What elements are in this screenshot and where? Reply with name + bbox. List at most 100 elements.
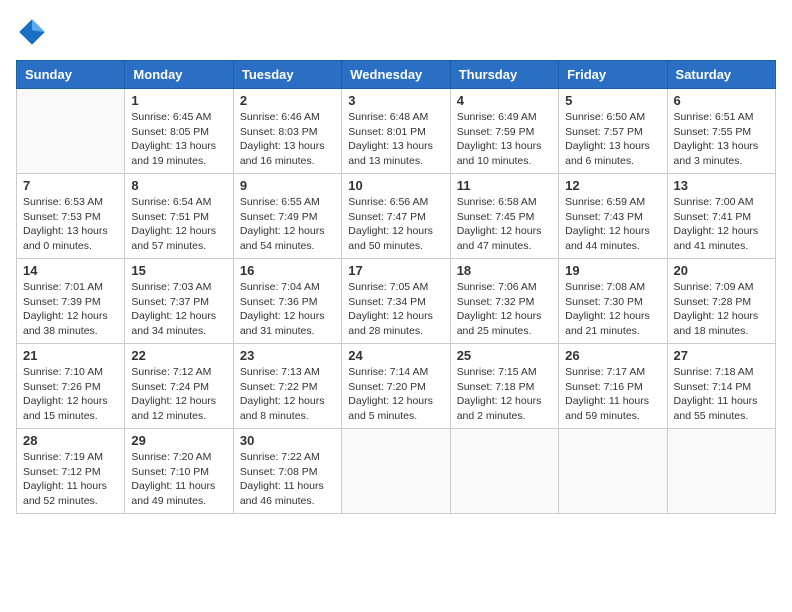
day-info: Sunrise: 7:17 AM Sunset: 7:16 PM Dayligh… [565, 365, 660, 424]
weekday-header: Monday [125, 61, 233, 89]
weekday-header: Thursday [450, 61, 558, 89]
week-row: 28 Sunrise: 7:19 AM Sunset: 7:12 PM Dayli… [17, 429, 776, 514]
day-number: 25 [457, 348, 552, 363]
day-number: 22 [131, 348, 226, 363]
day-cell: 29 Sunrise: 7:20 AM Sunset: 7:10 PM Dayli… [125, 429, 233, 514]
logo-icon [16, 16, 48, 48]
page-header [16, 16, 776, 48]
day-number: 3 [348, 93, 443, 108]
day-number: 13 [674, 178, 769, 193]
day-cell: 13 Sunrise: 7:00 AM Sunset: 7:41 PM Dayli… [667, 174, 775, 259]
day-cell: 14 Sunrise: 7:01 AM Sunset: 7:39 PM Dayli… [17, 259, 125, 344]
day-cell: 12Sunrise: 6:59 AM Sunset: 7:43 PM Dayli… [559, 174, 667, 259]
day-info: Sunrise: 7:19 AM Sunset: 7:12 PM Dayligh… [23, 450, 118, 509]
day-info: Sunrise: 7:00 AM Sunset: 7:41 PM Dayligh… [674, 195, 769, 254]
day-info: Sunrise: 6:58 AM Sunset: 7:45 PM Dayligh… [457, 195, 552, 254]
day-info: Sunrise: 6:50 AM Sunset: 7:57 PM Dayligh… [565, 110, 660, 169]
day-info: Sunrise: 7:04 AM Sunset: 7:36 PM Dayligh… [240, 280, 335, 339]
day-cell: 6 Sunrise: 6:51 AM Sunset: 7:55 PM Daylig… [667, 89, 775, 174]
day-cell: 9Sunrise: 6:55 AM Sunset: 7:49 PM Daylig… [233, 174, 341, 259]
day-number: 23 [240, 348, 335, 363]
day-info: Sunrise: 6:49 AM Sunset: 7:59 PM Dayligh… [457, 110, 552, 169]
day-info: Sunrise: 7:12 AM Sunset: 7:24 PM Dayligh… [131, 365, 226, 424]
day-number: 16 [240, 263, 335, 278]
day-cell: 2 Sunrise: 6:46 AM Sunset: 8:03 PM Daylig… [233, 89, 341, 174]
day-info: Sunrise: 7:15 AM Sunset: 7:18 PM Dayligh… [457, 365, 552, 424]
day-cell: 4 Sunrise: 6:49 AM Sunset: 7:59 PM Daylig… [450, 89, 558, 174]
day-info: Sunrise: 7:20 AM Sunset: 7:10 PM Dayligh… [131, 450, 226, 509]
day-number: 2 [240, 93, 335, 108]
day-cell: 7 Sunrise: 6:53 AM Sunset: 7:53 PM Daylig… [17, 174, 125, 259]
day-cell: 22 Sunrise: 7:12 AM Sunset: 7:24 PM Dayli… [125, 344, 233, 429]
weekday-header: Tuesday [233, 61, 341, 89]
day-cell: 15 Sunrise: 7:03 AM Sunset: 7:37 PM Dayli… [125, 259, 233, 344]
day-cell [667, 429, 775, 514]
day-cell: 8 Sunrise: 6:54 AM Sunset: 7:51 PM Daylig… [125, 174, 233, 259]
day-number: 19 [565, 263, 660, 278]
day-cell: 11 Sunrise: 6:58 AM Sunset: 7:45 PM Dayli… [450, 174, 558, 259]
day-number: 1 [131, 93, 226, 108]
day-number: 6 [674, 93, 769, 108]
day-info: Sunrise: 7:13 AM Sunset: 7:22 PM Dayligh… [240, 365, 335, 424]
day-number: 21 [23, 348, 118, 363]
day-info: Sunrise: 6:54 AM Sunset: 7:51 PM Dayligh… [131, 195, 226, 254]
logo [16, 16, 52, 48]
day-number: 4 [457, 93, 552, 108]
day-info: Sunrise: 6:45 AM Sunset: 8:05 PM Dayligh… [131, 110, 226, 169]
week-row: 21 Sunrise: 7:10 AM Sunset: 7:26 PM Dayli… [17, 344, 776, 429]
weekday-header: Saturday [667, 61, 775, 89]
day-info: Sunrise: 7:05 AM Sunset: 7:34 PM Dayligh… [348, 280, 443, 339]
day-info: Sunrise: 6:51 AM Sunset: 7:55 PM Dayligh… [674, 110, 769, 169]
day-info: Sunrise: 7:06 AM Sunset: 7:32 PM Dayligh… [457, 280, 552, 339]
day-cell: 18Sunrise: 7:06 AM Sunset: 7:32 PM Dayli… [450, 259, 558, 344]
day-info: Sunrise: 7:18 AM Sunset: 7:14 PM Dayligh… [674, 365, 769, 424]
day-number: 8 [131, 178, 226, 193]
day-cell: 5 Sunrise: 6:50 AM Sunset: 7:57 PM Daylig… [559, 89, 667, 174]
day-cell: 28 Sunrise: 7:19 AM Sunset: 7:12 PM Dayli… [17, 429, 125, 514]
day-number: 7 [23, 178, 118, 193]
day-number: 27 [674, 348, 769, 363]
weekday-header-row: SundayMondayTuesdayWednesdayThursdayFrid… [17, 61, 776, 89]
day-info: Sunrise: 7:03 AM Sunset: 7:37 PM Dayligh… [131, 280, 226, 339]
weekday-header: Sunday [17, 61, 125, 89]
day-number: 29 [131, 433, 226, 448]
day-number: 14 [23, 263, 118, 278]
day-cell: 27 Sunrise: 7:18 AM Sunset: 7:14 PM Dayli… [667, 344, 775, 429]
week-row: 14 Sunrise: 7:01 AM Sunset: 7:39 PM Dayli… [17, 259, 776, 344]
day-info: Sunrise: 6:55 AM Sunset: 7:49 PM Dayligh… [240, 195, 335, 254]
day-info: Sunrise: 6:53 AM Sunset: 7:53 PM Dayligh… [23, 195, 118, 254]
day-cell: 26 Sunrise: 7:17 AM Sunset: 7:16 PM Dayli… [559, 344, 667, 429]
day-number: 20 [674, 263, 769, 278]
day-number: 15 [131, 263, 226, 278]
weekday-header: Wednesday [342, 61, 450, 89]
day-number: 11 [457, 178, 552, 193]
day-number: 12 [565, 178, 660, 193]
day-cell [17, 89, 125, 174]
day-cell: 23 Sunrise: 7:13 AM Sunset: 7:22 PM Dayli… [233, 344, 341, 429]
day-cell: 30Sunrise: 7:22 AM Sunset: 7:08 PM Dayli… [233, 429, 341, 514]
day-cell [559, 429, 667, 514]
week-row: 1 Sunrise: 6:45 AM Sunset: 8:05 PM Daylig… [17, 89, 776, 174]
day-cell: 1 Sunrise: 6:45 AM Sunset: 8:05 PM Daylig… [125, 89, 233, 174]
day-cell: 10 Sunrise: 6:56 AM Sunset: 7:47 PM Dayli… [342, 174, 450, 259]
day-info: Sunrise: 7:09 AM Sunset: 7:28 PM Dayligh… [674, 280, 769, 339]
day-number: 5 [565, 93, 660, 108]
day-cell: 17Sunrise: 7:05 AM Sunset: 7:34 PM Dayli… [342, 259, 450, 344]
day-info: Sunrise: 6:56 AM Sunset: 7:47 PM Dayligh… [348, 195, 443, 254]
weekday-header: Friday [559, 61, 667, 89]
day-info: Sunrise: 7:01 AM Sunset: 7:39 PM Dayligh… [23, 280, 118, 339]
day-number: 10 [348, 178, 443, 193]
day-cell: 25 Sunrise: 7:15 AM Sunset: 7:18 PM Dayli… [450, 344, 558, 429]
day-info: Sunrise: 6:46 AM Sunset: 8:03 PM Dayligh… [240, 110, 335, 169]
day-number: 24 [348, 348, 443, 363]
day-cell: 20 Sunrise: 7:09 AM Sunset: 7:28 PM Dayli… [667, 259, 775, 344]
day-info: Sunrise: 7:22 AM Sunset: 7:08 PM Dayligh… [240, 450, 335, 509]
day-number: 28 [23, 433, 118, 448]
day-cell: 16 Sunrise: 7:04 AM Sunset: 7:36 PM Dayli… [233, 259, 341, 344]
day-number: 26 [565, 348, 660, 363]
day-info: Sunrise: 7:10 AM Sunset: 7:26 PM Dayligh… [23, 365, 118, 424]
day-cell [450, 429, 558, 514]
day-info: Sunrise: 6:48 AM Sunset: 8:01 PM Dayligh… [348, 110, 443, 169]
day-cell: 19Sunrise: 7:08 AM Sunset: 7:30 PM Dayli… [559, 259, 667, 344]
day-info: Sunrise: 7:14 AM Sunset: 7:20 PM Dayligh… [348, 365, 443, 424]
